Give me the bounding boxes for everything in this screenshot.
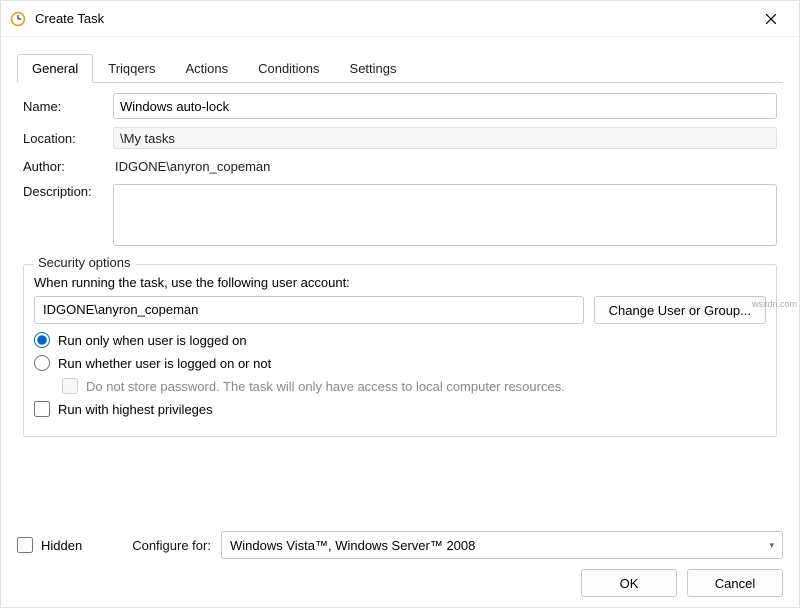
task-scheduler-icon (9, 10, 27, 28)
description-label: Description: (23, 184, 113, 199)
general-panel: Name: Location: \My tasks Author: IDGONE… (17, 83, 783, 445)
radio-not-logged-on-label: Run whether user is logged on or not (58, 356, 271, 371)
configure-for-select[interactable]: Windows Vista™, Windows Server™ 2008 ▾ (221, 531, 783, 559)
tab-settings[interactable]: Settings (335, 54, 412, 83)
security-group-title: Security options (34, 255, 135, 270)
highest-privileges-label: Run with highest privileges (58, 402, 213, 417)
window-title: Create Task (35, 11, 751, 26)
ok-button[interactable]: OK (581, 569, 677, 597)
no-store-password-checkbox (62, 378, 78, 394)
radio-not-logged-on-row[interactable]: Run whether user is logged on or not (34, 355, 766, 371)
content-area: General Triqqers Actions Conditions Sett… (1, 37, 799, 445)
tab-actions[interactable]: Actions (170, 54, 243, 83)
cancel-button[interactable]: Cancel (687, 569, 783, 597)
security-prompt: When running the task, use the following… (34, 275, 766, 290)
no-store-password-row: Do not store password. The task will onl… (62, 378, 766, 394)
tab-general[interactable]: General (17, 54, 93, 83)
author-label: Author: (23, 159, 113, 174)
radio-logged-on-label: Run only when user is logged on (58, 333, 247, 348)
no-store-password-label: Do not store password. The task will onl… (86, 379, 565, 394)
radio-not-logged-on[interactable] (34, 355, 50, 371)
location-value: \My tasks (113, 127, 777, 149)
chevron-down-icon: ▾ (769, 540, 774, 551)
close-button[interactable] (751, 5, 791, 33)
configure-for-value: Windows Vista™, Windows Server™ 2008 (230, 538, 475, 553)
description-input[interactable] (113, 184, 777, 246)
location-label: Location: (23, 131, 113, 146)
hidden-row[interactable]: Hidden (17, 537, 82, 553)
dialog-footer: OK Cancel (581, 569, 783, 597)
watermark: wsxdn.com (752, 299, 797, 309)
change-user-button[interactable]: Change User or Group... (594, 296, 766, 324)
highest-privileges-row[interactable]: Run with highest privileges (34, 401, 766, 417)
bottom-bar: Hidden Configure for: Windows Vista™, Wi… (17, 531, 783, 559)
hidden-checkbox[interactable] (17, 537, 33, 553)
account-field: IDGONE\anyron_copeman (34, 296, 584, 324)
configure-for-label: Configure for: (132, 538, 211, 553)
tab-strip: General Triqqers Actions Conditions Sett… (17, 53, 783, 83)
author-value: IDGONE\anyron_copeman (113, 157, 777, 176)
dialog-window: Create Task General Triqqers Actions Con… (0, 0, 800, 608)
radio-logged-on[interactable] (34, 332, 50, 348)
tab-triggers[interactable]: Triqqers (93, 54, 170, 83)
highest-privileges-checkbox[interactable] (34, 401, 50, 417)
tab-conditions[interactable]: Conditions (243, 54, 334, 83)
name-label: Name: (23, 99, 113, 114)
titlebar: Create Task (1, 1, 799, 37)
name-input[interactable] (113, 93, 777, 119)
hidden-label: Hidden (41, 538, 82, 553)
radio-logged-on-row[interactable]: Run only when user is logged on (34, 332, 766, 348)
security-options-group: Security options When running the task, … (23, 264, 777, 437)
